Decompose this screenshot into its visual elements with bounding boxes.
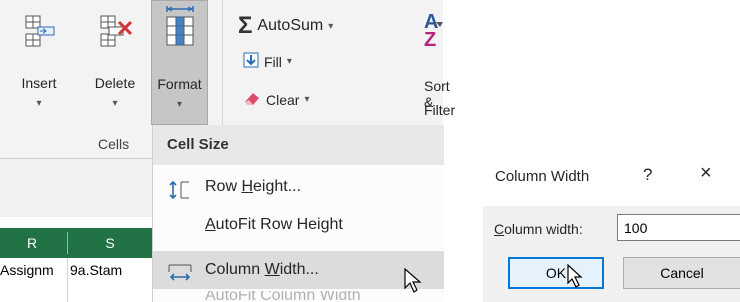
delete-label: Delete <box>94 75 136 91</box>
cell-r[interactable]: Assignm <box>0 262 67 278</box>
menu-item-row-height[interactable]: Row Height... <box>153 168 444 206</box>
fill-label: Fill <box>264 53 282 70</box>
dialog-title: Column Width <box>495 168 590 185</box>
delete-button[interactable]: Delete ▾ <box>82 0 148 125</box>
column-header-r[interactable]: R <box>0 228 64 258</box>
column-header-row: R S <box>0 228 152 258</box>
insert-label: Insert <box>21 75 57 91</box>
cancel-button[interactable]: Cancel <box>623 257 740 289</box>
column-width-field-label: Column width: <box>494 221 583 237</box>
autosum-sigma-icon: Σ <box>238 12 253 39</box>
format-button[interactable]: Format ▾ <box>151 0 208 125</box>
fill-button[interactable]: Fill ▾ <box>243 52 292 71</box>
eraser-icon <box>243 90 261 109</box>
autofit-column-width-label: AutoFit Column Width <box>205 291 361 302</box>
format-cells-icon <box>163 5 197 52</box>
row-height-label: Row Height... <box>205 178 302 195</box>
help-button[interactable]: ? <box>643 165 652 185</box>
table-row: Assignm 9a.Stam <box>0 258 152 302</box>
insert-cells-icon <box>22 14 56 51</box>
menu-item-column-width[interactable]: Column Width... <box>153 251 444 289</box>
cell-divider <box>67 258 68 302</box>
svg-text:Z: Z <box>424 29 436 51</box>
format-dropdown-menu: Cell Size Row Height... AutoFit Row Heig… <box>152 125 444 302</box>
clear-button[interactable]: Clear ▾ <box>243 90 310 109</box>
sort-filter-icon[interactable]: A Z <box>424 10 443 57</box>
cell-s[interactable]: 9a.Stam <box>70 262 152 278</box>
mouse-pointer-icon <box>404 267 422 299</box>
chevron-down-icon: ▾ <box>112 98 118 109</box>
menu-section-title: Cell Size <box>153 125 444 165</box>
formula-bar-area <box>0 158 152 217</box>
column-width-dialog: Column width: OK Cancel <box>483 206 740 302</box>
column-width-input[interactable] <box>617 214 740 241</box>
menu-item-autofit-column-width[interactable]: AutoFit Column Width <box>153 291 444 302</box>
filter-label: Filter <box>424 102 456 118</box>
fill-down-icon <box>243 52 259 71</box>
autosum-button[interactable]: Σ AutoSum ▾ <box>238 12 334 39</box>
close-button[interactable]: × <box>700 162 712 185</box>
column-header-s[interactable]: S <box>68 228 152 258</box>
cells-group-label: Cells <box>98 136 130 152</box>
menu-item-autofit-row-height[interactable]: AutoFit Row Height <box>153 206 444 244</box>
column-width-label: Column Width... <box>205 261 319 278</box>
chevron-down-icon: ▾ <box>304 94 310 105</box>
chevron-down-icon: ▾ <box>328 20 334 32</box>
chevron-down-icon: ▾ <box>286 56 292 67</box>
chevron-down-icon: ▾ <box>36 98 42 109</box>
delete-cells-icon <box>95 14 135 51</box>
insert-button[interactable]: Insert ▾ <box>12 0 66 125</box>
clear-label: Clear <box>266 91 300 108</box>
mouse-pointer-icon <box>567 263 583 293</box>
ok-button[interactable]: OK <box>508 257 604 289</box>
format-label: Format <box>157 76 202 92</box>
autofit-row-height-label: AutoFit Row Height <box>205 216 343 233</box>
chevron-down-icon: ▾ <box>176 99 183 110</box>
autosum-label: AutoSum <box>257 17 324 34</box>
